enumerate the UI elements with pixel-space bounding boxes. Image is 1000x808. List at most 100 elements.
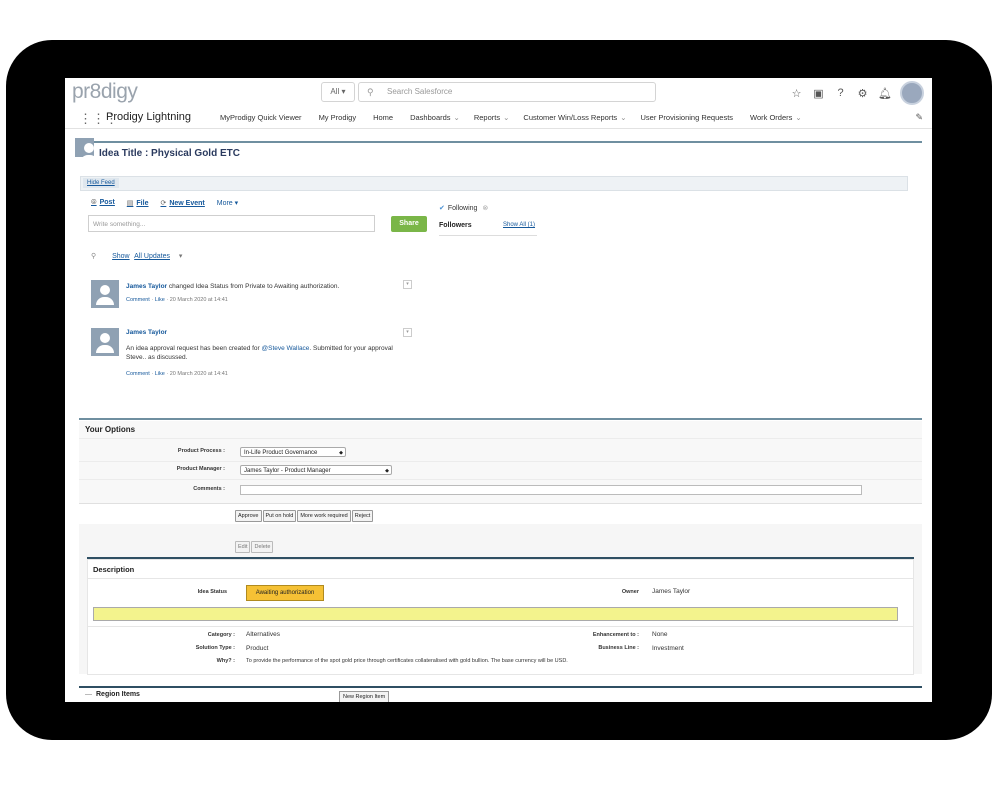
comment-link[interactable]: Comment [126, 297, 150, 303]
navigation-bar: ⋮⋮⋮ Prodigy Lightning MyProdigy Quick Vi… [65, 108, 932, 129]
feed-item: James Taylor An idea approval request ha… [91, 328, 412, 378]
more-work-required-button[interactable]: More work required [297, 510, 351, 522]
filter-dropdown-icon[interactable]: ▾ [179, 253, 183, 260]
region-items-heading[interactable]: — Region Items [85, 691, 140, 698]
nav-item[interactable]: Work Orders ⌄ [750, 113, 802, 122]
options-row-divider [79, 461, 922, 462]
nav-item[interactable]: User Provisioning Requests [640, 113, 736, 122]
product-process-select[interactable]: In-Life Product Governance ◆ [240, 447, 346, 457]
user-avatar-icon[interactable] [91, 280, 119, 308]
feed-timestamp: 20 March 2020 at 14:41 [169, 371, 228, 377]
new-region-item-button[interactable]: New Region Item [339, 691, 390, 702]
share-button[interactable]: Share [391, 216, 427, 232]
idea-page: Idea Title : Physical Gold ETC Hide Feed… [75, 138, 922, 702]
chevron-down-icon: ◆ [339, 450, 343, 456]
owner-value[interactable]: James Taylor [652, 588, 690, 595]
nav-item[interactable]: My Prodigy [319, 113, 360, 122]
search-feed-icon[interactable]: ⚲ [91, 253, 96, 260]
post-action[interactable]: ⦾ Post [91, 199, 115, 207]
app-name: Prodigy Lightning [106, 111, 192, 123]
page-title: Idea Title : Physical Gold ETC [99, 148, 240, 159]
user-avatar-icon[interactable] [91, 328, 119, 356]
event-icon: ⟳ [160, 200, 167, 207]
search-scope-select[interactable]: All ▾ [321, 82, 355, 102]
feed-item-menu-icon[interactable]: ▾ [403, 280, 412, 289]
feed-timestamp: 20 March 2020 at 14:41 [169, 297, 228, 303]
delete-button[interactable]: Delete [251, 541, 274, 553]
unfollow-icon[interactable]: ⊗ [482, 205, 488, 212]
following-toggle[interactable]: ✔ Following ⊗ [439, 204, 488, 212]
reject-button[interactable]: Reject [351, 510, 374, 522]
solution-type-label: Solution Type : [195, 645, 235, 651]
feed-item-text: James Taylor changed Idea Status from Pr… [126, 283, 340, 290]
file-action[interactable]: ▤ File [127, 199, 149, 207]
title-divider [79, 141, 922, 143]
hide-feed-tab[interactable]: Hide Feed [83, 178, 119, 188]
solution-type-value: Product [246, 645, 269, 652]
show-all-followers-link[interactable]: Show All (1) [503, 222, 535, 228]
mention-link[interactable]: @Steve Wallace [262, 345, 310, 352]
favorites-icon[interactable]: ☆ [790, 87, 803, 100]
check-icon: ✔ [439, 205, 445, 212]
options-row-divider [79, 479, 922, 480]
enhancement-value: None [652, 631, 668, 638]
feed-item-menu-icon[interactable]: ▾ [403, 328, 412, 337]
user-avatar[interactable] [900, 81, 924, 105]
file-icon: ▤ [126, 200, 134, 207]
new-event-action[interactable]: ⟳ New Event [160, 199, 204, 207]
nav-item[interactable]: Home [373, 113, 396, 122]
feed-item: James Taylor changed Idea Status from Pr… [91, 280, 412, 310]
more-actions[interactable]: More ▾ [217, 199, 238, 207]
gear-icon[interactable]: ⚙ [856, 87, 869, 100]
put-on-hold-button[interactable]: Put on hold [262, 510, 297, 522]
nav-item[interactable]: MyProdigy Quick Viewer [220, 113, 305, 122]
help-icon[interactable]: ? [834, 87, 847, 99]
detail-buttons: Edit Delete [235, 541, 274, 553]
global-header: pr8digy All ▾ ⚲ Search Salesforce ☆ ▣ ? … [65, 78, 932, 108]
collapse-icon[interactable]: — [85, 691, 92, 698]
like-link[interactable]: Like [155, 297, 165, 303]
owner-label: Owner [621, 589, 639, 595]
why-value: To provide the performance of the spot g… [246, 658, 568, 664]
nav-item[interactable]: Customer Win/Loss Reports ⌄ [523, 113, 626, 122]
feed-item-meta: Comment · Like · 20 March 2020 at 14:41 [126, 371, 228, 377]
post-input[interactable]: Write something... [88, 215, 375, 232]
options-row-divider [79, 438, 922, 439]
highlight-bar [93, 607, 898, 621]
approval-buttons: Approve Put on hold More work required R… [235, 510, 374, 522]
approve-button[interactable]: Approve [235, 510, 262, 522]
idea-status-label: Idea Status [197, 589, 227, 595]
why-label: Why? : [216, 658, 235, 664]
setup-assistant-icon[interactable]: ▣ [812, 87, 825, 100]
feed-item-text: An idea approval request has been create… [126, 345, 393, 361]
nav-item[interactable]: Dashboards ⌄ [410, 113, 460, 122]
followers-label: Followers [439, 222, 472, 229]
feed-publisher: ⦾ Post ▤ File ⟳ New Event More ▾ [91, 199, 238, 207]
description-row-divider [87, 626, 914, 627]
edit-nav-icon[interactable]: ✎ [915, 112, 923, 123]
search-icon: ⚲ [367, 87, 374, 97]
description-row-divider [87, 578, 914, 579]
filter-all-updates-link[interactable]: All Updates [134, 253, 170, 260]
category-label: Category : [207, 632, 235, 638]
screen: pr8digy All ▾ ⚲ Search Salesforce ☆ ▣ ? … [65, 78, 932, 702]
nav-item[interactable]: Reports ⌄ [474, 113, 510, 122]
feed-author-link[interactable]: James Taylor [126, 283, 167, 290]
bell-icon[interactable]: 🔔︎ [878, 87, 892, 100]
search-placeholder: Search Salesforce [387, 87, 453, 96]
edit-button[interactable]: Edit [235, 541, 251, 553]
follower-avatar[interactable] [75, 138, 98, 163]
product-manager-select[interactable]: James Taylor - Product Manager ◆ [240, 465, 392, 475]
post-icon: ⦾ [91, 199, 97, 206]
enhancement-label: Enhancement to : [592, 632, 639, 638]
like-link[interactable]: Like [155, 371, 165, 377]
search-input[interactable]: ⚲ Search Salesforce [358, 82, 656, 102]
product-manager-label: Product Manager : [176, 466, 225, 472]
comment-link[interactable]: Comment [126, 371, 150, 377]
filter-show-link[interactable]: Show [112, 253, 130, 260]
comments-label: Comments : [193, 486, 225, 492]
feed-item-author: James Taylor [126, 328, 396, 337]
header-icons: ☆ ▣ ? ⚙ 🔔︎ [790, 81, 924, 105]
comments-input[interactable] [240, 485, 862, 495]
feed-author-link[interactable]: James Taylor [126, 329, 167, 336]
